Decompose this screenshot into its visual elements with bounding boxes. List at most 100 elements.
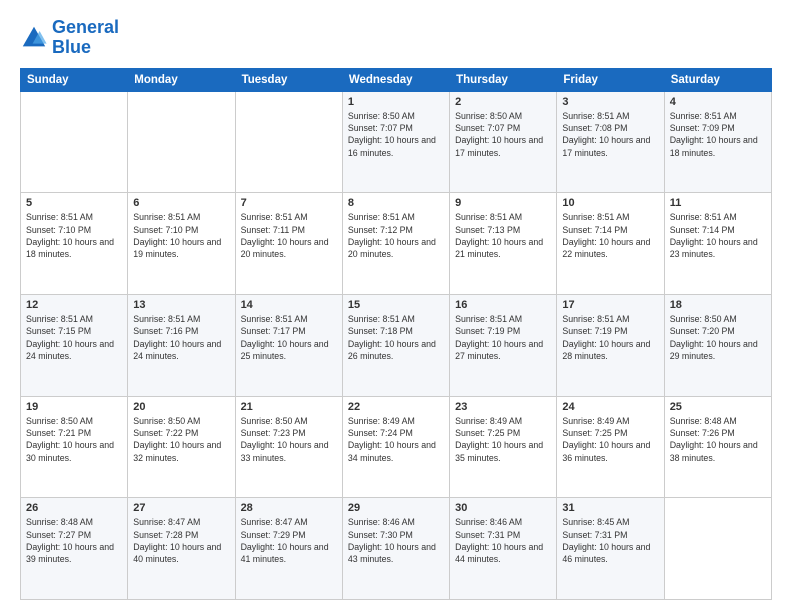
day-number: 1 (348, 96, 444, 108)
day-info: Sunrise: 8:51 AM Sunset: 7:09 PM Dayligh… (670, 110, 766, 159)
weekday-header-saturday: Saturday (664, 68, 771, 91)
day-number: 13 (133, 299, 229, 311)
logo: General Blue (20, 18, 119, 58)
day-cell: 31 Sunrise: 8:45 AM Sunset: 7:31 PM Dayli… (557, 498, 664, 600)
day-cell (664, 498, 771, 600)
day-number: 24 (562, 401, 658, 413)
weekday-header-tuesday: Tuesday (235, 68, 342, 91)
day-info: Sunrise: 8:50 AM Sunset: 7:23 PM Dayligh… (241, 415, 337, 464)
day-cell: 25 Sunrise: 8:48 AM Sunset: 7:26 PM Dayli… (664, 396, 771, 498)
day-cell (128, 91, 235, 193)
day-info: Sunrise: 8:50 AM Sunset: 7:07 PM Dayligh… (455, 110, 551, 159)
week-row-4: 19 Sunrise: 8:50 AM Sunset: 7:21 PM Dayli… (21, 396, 772, 498)
day-number: 14 (241, 299, 337, 311)
page: General Blue SundayMondayTuesdayWednesda… (0, 0, 792, 612)
day-cell: 7Sunrise: 8:51 AM Sunset: 7:11 PM Daylig… (235, 193, 342, 295)
week-row-1: 1 Sunrise: 8:50 AM Sunset: 7:07 PM Daylig… (21, 91, 772, 193)
day-info: Sunrise: 8:49 AM Sunset: 7:24 PM Dayligh… (348, 415, 444, 464)
day-number: 7 (241, 197, 337, 209)
logo-general: General (52, 17, 119, 37)
day-cell: 23 Sunrise: 8:49 AM Sunset: 7:25 PM Dayli… (450, 396, 557, 498)
day-cell: 13 Sunrise: 8:51 AM Sunset: 7:16 PM Dayli… (128, 294, 235, 396)
day-cell: 17Sunrise: 8:51 AM Sunset: 7:19 PM Dayli… (557, 294, 664, 396)
day-cell: 16 Sunrise: 8:51 AM Sunset: 7:19 PM Dayli… (450, 294, 557, 396)
day-info: Sunrise: 8:51 AM Sunset: 7:19 PM Dayligh… (562, 313, 658, 362)
day-number: 29 (348, 502, 444, 514)
day-info: Sunrise: 8:50 AM Sunset: 7:07 PM Dayligh… (348, 110, 444, 159)
day-number: 27 (133, 502, 229, 514)
day-cell: 6Sunrise: 8:51 AM Sunset: 7:10 PM Daylig… (128, 193, 235, 295)
day-info: Sunrise: 8:47 AM Sunset: 7:28 PM Dayligh… (133, 516, 229, 565)
day-cell: 30 Sunrise: 8:46 AM Sunset: 7:31 PM Dayli… (450, 498, 557, 600)
day-info: Sunrise: 8:51 AM Sunset: 7:08 PM Dayligh… (562, 110, 658, 159)
weekday-row: SundayMondayTuesdayWednesdayThursdayFrid… (21, 68, 772, 91)
day-number: 11 (670, 197, 766, 209)
day-number: 5 (26, 197, 122, 209)
day-cell: 18 Sunrise: 8:50 AM Sunset: 7:20 PM Dayli… (664, 294, 771, 396)
day-number: 18 (670, 299, 766, 311)
day-cell: 19 Sunrise: 8:50 AM Sunset: 7:21 PM Dayli… (21, 396, 128, 498)
day-info: Sunrise: 8:51 AM Sunset: 7:18 PM Dayligh… (348, 313, 444, 362)
day-info: Sunrise: 8:46 AM Sunset: 7:31 PM Dayligh… (455, 516, 551, 565)
day-cell: 28 Sunrise: 8:47 AM Sunset: 7:29 PM Dayli… (235, 498, 342, 600)
day-info: Sunrise: 8:51 AM Sunset: 7:14 PM Dayligh… (670, 211, 766, 260)
day-number: 8 (348, 197, 444, 209)
day-info: Sunrise: 8:48 AM Sunset: 7:26 PM Dayligh… (670, 415, 766, 464)
day-cell: 4 Sunrise: 8:51 AM Sunset: 7:09 PM Daylig… (664, 91, 771, 193)
day-cell: 9 Sunrise: 8:51 AM Sunset: 7:13 PM Daylig… (450, 193, 557, 295)
day-number: 23 (455, 401, 551, 413)
day-number: 4 (670, 96, 766, 108)
day-info: Sunrise: 8:48 AM Sunset: 7:27 PM Dayligh… (26, 516, 122, 565)
day-cell (21, 91, 128, 193)
day-info: Sunrise: 8:50 AM Sunset: 7:21 PM Dayligh… (26, 415, 122, 464)
day-number: 19 (26, 401, 122, 413)
day-number: 31 (562, 502, 658, 514)
logo-blue: Blue (52, 37, 91, 57)
day-info: Sunrise: 8:51 AM Sunset: 7:15 PM Dayligh… (26, 313, 122, 362)
day-info: Sunrise: 8:50 AM Sunset: 7:22 PM Dayligh… (133, 415, 229, 464)
day-number: 22 (348, 401, 444, 413)
day-number: 10 (562, 197, 658, 209)
day-cell: 20 Sunrise: 8:50 AM Sunset: 7:22 PM Dayli… (128, 396, 235, 498)
day-cell: 12Sunrise: 8:51 AM Sunset: 7:15 PM Dayli… (21, 294, 128, 396)
day-info: Sunrise: 8:46 AM Sunset: 7:30 PM Dayligh… (348, 516, 444, 565)
day-number: 26 (26, 502, 122, 514)
day-info: Sunrise: 8:51 AM Sunset: 7:17 PM Dayligh… (241, 313, 337, 362)
day-number: 16 (455, 299, 551, 311)
day-info: Sunrise: 8:51 AM Sunset: 7:16 PM Dayligh… (133, 313, 229, 362)
day-number: 20 (133, 401, 229, 413)
header: General Blue (20, 18, 772, 58)
calendar-table: SundayMondayTuesdayWednesdayThursdayFrid… (20, 68, 772, 600)
day-number: 3 (562, 96, 658, 108)
day-cell: 22 Sunrise: 8:49 AM Sunset: 7:24 PM Dayli… (342, 396, 449, 498)
day-info: Sunrise: 8:51 AM Sunset: 7:19 PM Dayligh… (455, 313, 551, 362)
day-cell (235, 91, 342, 193)
day-number: 28 (241, 502, 337, 514)
day-info: Sunrise: 8:51 AM Sunset: 7:12 PM Dayligh… (348, 211, 444, 260)
day-cell: 21 Sunrise: 8:50 AM Sunset: 7:23 PM Dayli… (235, 396, 342, 498)
week-row-5: 26 Sunrise: 8:48 AM Sunset: 7:27 PM Dayli… (21, 498, 772, 600)
day-cell: 3 Sunrise: 8:51 AM Sunset: 7:08 PM Daylig… (557, 91, 664, 193)
day-info: Sunrise: 8:51 AM Sunset: 7:13 PM Dayligh… (455, 211, 551, 260)
week-row-2: 5Sunrise: 8:51 AM Sunset: 7:10 PM Daylig… (21, 193, 772, 295)
calendar-header: SundayMondayTuesdayWednesdayThursdayFrid… (21, 68, 772, 91)
day-number: 30 (455, 502, 551, 514)
week-row-3: 12Sunrise: 8:51 AM Sunset: 7:15 PM Dayli… (21, 294, 772, 396)
weekday-header-sunday: Sunday (21, 68, 128, 91)
day-number: 15 (348, 299, 444, 311)
day-cell: 11 Sunrise: 8:51 AM Sunset: 7:14 PM Dayli… (664, 193, 771, 295)
day-cell: 1 Sunrise: 8:50 AM Sunset: 7:07 PM Daylig… (342, 91, 449, 193)
day-info: Sunrise: 8:45 AM Sunset: 7:31 PM Dayligh… (562, 516, 658, 565)
day-number: 25 (670, 401, 766, 413)
day-number: 21 (241, 401, 337, 413)
day-info: Sunrise: 8:47 AM Sunset: 7:29 PM Dayligh… (241, 516, 337, 565)
day-info: Sunrise: 8:50 AM Sunset: 7:20 PM Dayligh… (670, 313, 766, 362)
day-info: Sunrise: 8:49 AM Sunset: 7:25 PM Dayligh… (562, 415, 658, 464)
day-number: 9 (455, 197, 551, 209)
day-info: Sunrise: 8:49 AM Sunset: 7:25 PM Dayligh… (455, 415, 551, 464)
calendar-body: 1 Sunrise: 8:50 AM Sunset: 7:07 PM Daylig… (21, 91, 772, 599)
day-cell: 27 Sunrise: 8:47 AM Sunset: 7:28 PM Dayli… (128, 498, 235, 600)
weekday-header-friday: Friday (557, 68, 664, 91)
logo-icon (20, 24, 48, 52)
weekday-header-monday: Monday (128, 68, 235, 91)
